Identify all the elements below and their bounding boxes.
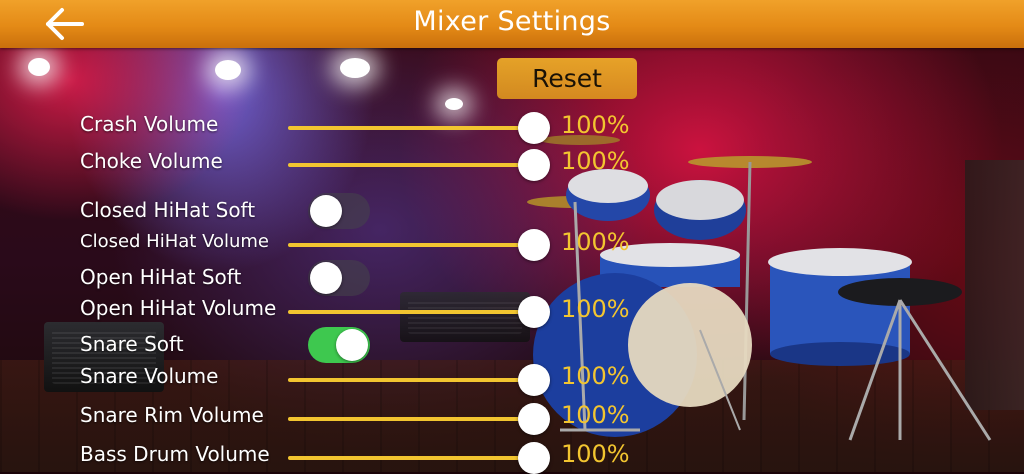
closed-hihat-volume-label: Closed HiHat Volume [80, 231, 270, 252]
closed-hihat-volume-slider-knob[interactable] [518, 229, 550, 261]
toggle-thumb [310, 262, 342, 294]
open-hihat-volume-label: Open HiHat Volume [80, 296, 277, 320]
snare-volume-value: 100% [561, 362, 630, 390]
snare-soft-toggle[interactable] [308, 327, 370, 363]
closed-hihat-volume-slider[interactable] [288, 229, 550, 261]
snare-rim-volume-slider-knob[interactable] [518, 403, 550, 435]
bass-drum-volume-slider[interactable] [288, 442, 550, 474]
bass-drum-volume-slider-knob[interactable] [518, 442, 550, 474]
closed-hihat-volume-value: 100% [561, 228, 630, 256]
snare-volume-slider[interactable] [288, 364, 550, 396]
choke-volume-value: 100% [561, 147, 630, 175]
open-hihat-volume-slider-knob[interactable] [518, 296, 550, 328]
snare-volume-slider-knob[interactable] [518, 364, 550, 396]
toggle-thumb [310, 195, 342, 227]
open-hihat-soft-toggle[interactable] [308, 260, 370, 296]
crash-volume-slider-knob[interactable] [518, 112, 550, 144]
crash-volume-value: 100% [561, 111, 630, 139]
toggle-thumb [336, 329, 368, 361]
snare-volume-label: Snare Volume [80, 364, 219, 388]
crash-volume-label: Crash Volume [80, 112, 219, 136]
bass-drum-volume-label: Bass Drum Volume [80, 442, 270, 466]
choke-volume-slider-knob[interactable] [518, 149, 550, 181]
snare-rim-volume-label: Snare Rim Volume [80, 403, 264, 427]
choke-volume-label: Choke Volume [80, 149, 223, 173]
snare-soft-label: Snare Soft [80, 332, 184, 356]
closed-hihat-soft-toggle[interactable] [308, 193, 370, 229]
page-title: Mixer Settings [413, 6, 611, 37]
snare-rim-volume-value: 100% [561, 401, 630, 429]
header-bar: Mixer Settings [0, 0, 1024, 48]
choke-volume-slider[interactable] [288, 149, 550, 181]
open-hihat-volume-value: 100% [561, 295, 630, 323]
closed-hihat-soft-label: Closed HiHat Soft [80, 198, 256, 222]
open-hihat-volume-slider[interactable] [288, 296, 550, 328]
open-hihat-soft-label: Open HiHat Soft [80, 265, 242, 289]
snare-rim-volume-slider[interactable] [288, 403, 550, 435]
bass-drum-volume-value: 100% [561, 440, 630, 468]
crash-volume-slider[interactable] [288, 112, 550, 144]
reset-button[interactable]: Reset [497, 58, 637, 99]
